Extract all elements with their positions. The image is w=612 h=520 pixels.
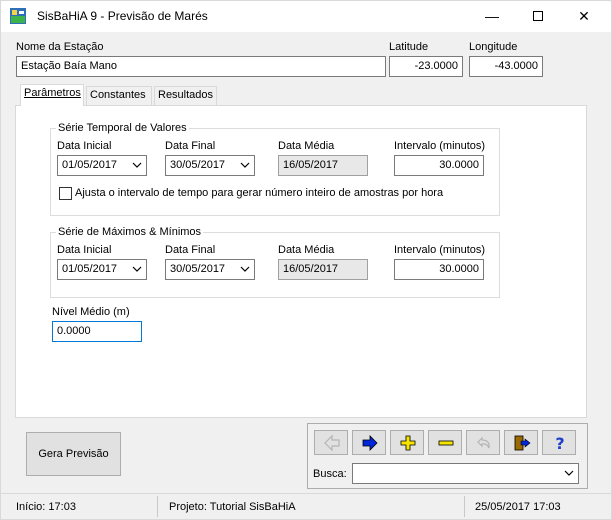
tab-resultados-label: Resultados xyxy=(158,89,214,101)
svg-text:?: ? xyxy=(555,434,564,452)
minimize-button[interactable]: — xyxy=(469,1,515,32)
arrow-right-icon xyxy=(362,435,378,451)
station-name-label: Nome da Estação xyxy=(16,41,104,53)
tab-constantes-label: Constantes xyxy=(90,89,146,101)
serie-maxmin-title: Série de Máximos & Mínimos xyxy=(56,226,204,238)
mm-intervalo-label: Intervalo (minutos) xyxy=(394,244,486,256)
window-title: SisBaHiA 9 - Previsão de Marés xyxy=(37,9,208,23)
minimize-icon: — xyxy=(485,8,499,24)
mm-intervalo-field[interactable]: 30.0000 xyxy=(394,259,484,280)
station-name-field[interactable]: Estação Baía Mano xyxy=(16,56,386,77)
tab-resultados[interactable]: Resultados xyxy=(154,86,217,105)
status-inicio: Início: 17:03 xyxy=(16,501,76,513)
st-data-final-picker[interactable]: 30/05/2017 xyxy=(165,155,255,176)
mm-data-inicial-picker[interactable]: 01/05/2017 xyxy=(57,259,147,280)
chevron-down-icon[interactable] xyxy=(240,260,250,279)
app-icon xyxy=(10,8,26,24)
status-projeto: Projeto: Tutorial SisBaHiA xyxy=(169,501,296,513)
st-data-inicial-value: 01/05/2017 xyxy=(62,159,118,171)
next-button[interactable] xyxy=(352,430,386,455)
nivel-medio-field[interactable]: 0.0000 xyxy=(52,321,142,342)
tab-parametros[interactable]: Parâmetros xyxy=(20,84,84,106)
latitude-field[interactable]: -23.0000 xyxy=(389,56,463,77)
undo-button[interactable] xyxy=(466,430,500,455)
maximize-button[interactable] xyxy=(515,1,561,32)
chevron-down-icon[interactable] xyxy=(240,156,250,175)
st-data-inicial-picker[interactable]: 01/05/2017 xyxy=(57,155,147,176)
st-data-media-label: Data Média xyxy=(278,140,335,152)
exit-door-icon xyxy=(514,435,531,451)
close-icon: ✕ xyxy=(578,8,590,24)
chevron-down-icon[interactable] xyxy=(132,156,142,175)
exit-button[interactable] xyxy=(504,430,538,455)
add-button[interactable] xyxy=(390,430,424,455)
mm-data-media-label: Data Média xyxy=(278,244,335,256)
status-divider xyxy=(157,496,158,517)
tab-parametros-label: Parâmetros xyxy=(24,87,81,99)
tab-constantes[interactable]: Constantes xyxy=(86,86,152,105)
longitude-label: Longitude xyxy=(469,41,518,53)
navigation-toolbar: ? Busca: xyxy=(307,423,588,489)
help-icon: ? xyxy=(555,434,564,452)
mm-data-final-picker[interactable]: 30/05/2017 xyxy=(165,259,255,280)
serie-temporal-title: Série Temporal de Valores xyxy=(56,122,189,134)
previous-button[interactable] xyxy=(314,430,348,455)
busca-label: Busca: xyxy=(313,468,347,480)
chevron-down-icon[interactable] xyxy=(564,464,574,483)
mm-data-inicial-label: Data Inicial xyxy=(57,244,112,256)
st-data-final-label: Data Final xyxy=(165,140,216,152)
nivel-medio-label: Nível Médio (m) xyxy=(52,306,130,318)
mm-data-final-label: Data Final xyxy=(165,244,216,256)
title-bar[interactable]: SisBaHiA 9 - Previsão de Marés — ✕ xyxy=(1,1,611,32)
status-divider xyxy=(464,496,465,517)
longitude-field[interactable]: -43.0000 xyxy=(469,56,543,77)
minus-icon xyxy=(438,440,454,446)
close-button[interactable]: ✕ xyxy=(561,1,607,32)
mm-data-media-field: 16/05/2017 xyxy=(278,259,368,280)
undo-icon xyxy=(477,436,490,449)
st-data-inicial-label: Data Inicial xyxy=(57,140,112,152)
status-bar: Início: 17:03 Projeto: Tutorial SisBaHiA… xyxy=(1,493,611,519)
main-window: SisBaHiA 9 - Previsão de Marés — ✕ Nome … xyxy=(0,0,612,520)
arrow-left-icon xyxy=(324,434,340,452)
ajusta-intervalo-label: Ajusta o intervalo de tempo para gerar n… xyxy=(75,187,444,199)
plus-icon xyxy=(400,435,416,451)
status-datetime: 25/05/2017 17:03 xyxy=(475,501,561,513)
gera-previsao-button[interactable]: Gera Previsão xyxy=(26,432,121,476)
busca-combobox[interactable] xyxy=(352,463,579,484)
mm-data-inicial-value: 01/05/2017 xyxy=(62,263,118,275)
maximize-icon xyxy=(533,11,543,22)
st-intervalo-field[interactable]: 30.0000 xyxy=(394,155,484,176)
chevron-down-icon[interactable] xyxy=(132,260,142,279)
help-button[interactable]: ? xyxy=(542,430,576,455)
st-intervalo-label: Intervalo (minutos) xyxy=(394,140,486,152)
ajusta-intervalo-checkbox[interactable] xyxy=(59,187,72,200)
parametros-panel: Série Temporal de Valores Data Inicial 0… xyxy=(15,105,587,418)
st-data-media-field: 16/05/2017 xyxy=(278,155,368,176)
mm-data-final-value: 30/05/2017 xyxy=(170,263,226,275)
remove-button[interactable] xyxy=(428,430,462,455)
latitude-label: Latitude xyxy=(389,41,429,53)
st-data-final-value: 30/05/2017 xyxy=(170,159,226,171)
